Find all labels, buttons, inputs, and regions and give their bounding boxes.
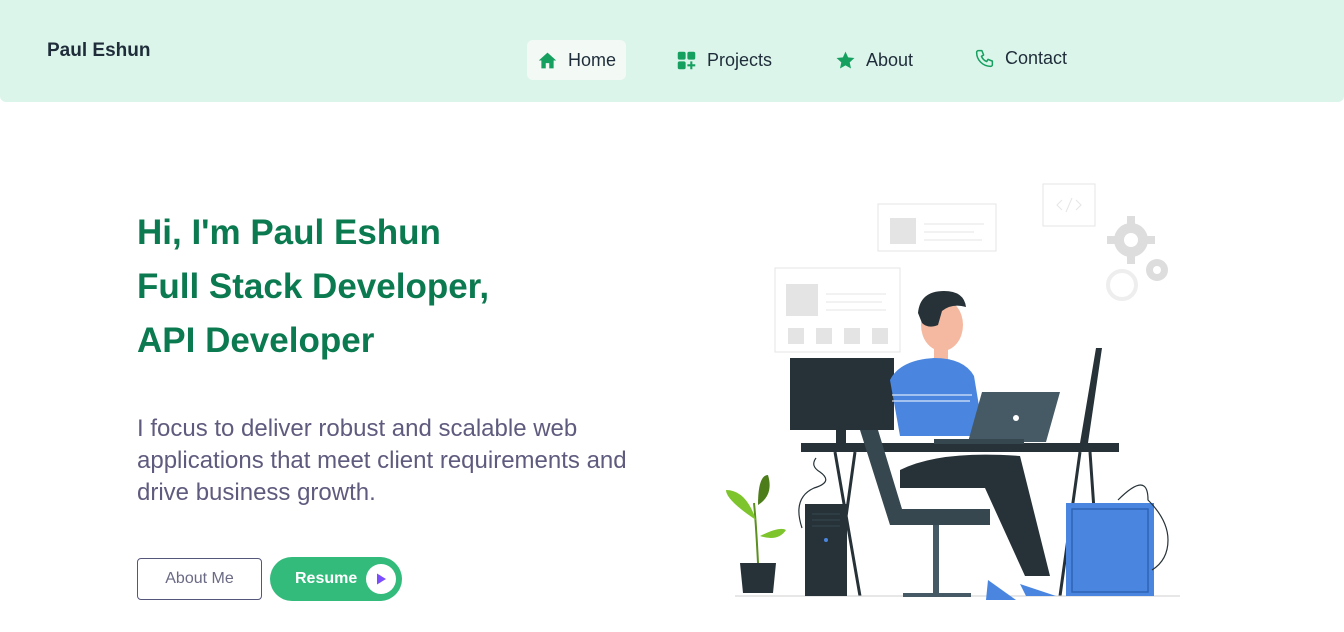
computer-tower bbox=[805, 504, 847, 596]
nav-item-projects[interactable]: Projects bbox=[666, 40, 782, 80]
hero-role-2: API Developer bbox=[137, 321, 375, 360]
hero-description: I focus to deliver robust and scalable w… bbox=[137, 415, 627, 506]
wireframe-window-top bbox=[877, 203, 997, 252]
play-icon bbox=[366, 564, 396, 594]
plant bbox=[726, 475, 786, 593]
about-me-button[interactable]: About Me bbox=[137, 558, 262, 600]
nav-item-label: Contact bbox=[1005, 47, 1068, 68]
blue-cabinet bbox=[1066, 484, 1169, 596]
hero-greeting: Hi, I'm Paul Eshun bbox=[137, 213, 441, 252]
nav-item-about[interactable]: About bbox=[825, 40, 923, 80]
nav-item-label: Projects bbox=[707, 49, 773, 70]
hero-heading: Hi, I'm Paul Eshun Full Stack Developer,… bbox=[137, 206, 657, 368]
developer-illustration bbox=[726, 183, 1180, 600]
chair bbox=[860, 430, 990, 597]
star-icon bbox=[835, 50, 856, 71]
resume-button-label: Resume bbox=[295, 570, 358, 587]
monitor bbox=[790, 358, 894, 444]
brand-name[interactable]: Paul Eshun bbox=[47, 40, 150, 62]
resume-button[interactable]: Resume bbox=[270, 557, 402, 601]
nav-item-label: About bbox=[866, 49, 914, 70]
gear-icon bbox=[1106, 216, 1168, 301]
wireframe-window-left bbox=[774, 267, 901, 353]
apps-add-icon bbox=[676, 50, 697, 71]
side-monitor bbox=[1080, 348, 1102, 443]
hero-role-1: Full Stack Developer, bbox=[137, 267, 490, 306]
nav-item-contact[interactable]: Contact bbox=[964, 38, 1077, 78]
home-icon bbox=[537, 50, 558, 71]
nav-item-label: Home bbox=[568, 49, 617, 70]
code-window bbox=[1042, 183, 1096, 227]
navbar: Paul Eshun Home Projects About Contact bbox=[0, 0, 1344, 102]
nav-item-home[interactable]: Home bbox=[527, 40, 626, 80]
phone-icon bbox=[974, 48, 995, 69]
